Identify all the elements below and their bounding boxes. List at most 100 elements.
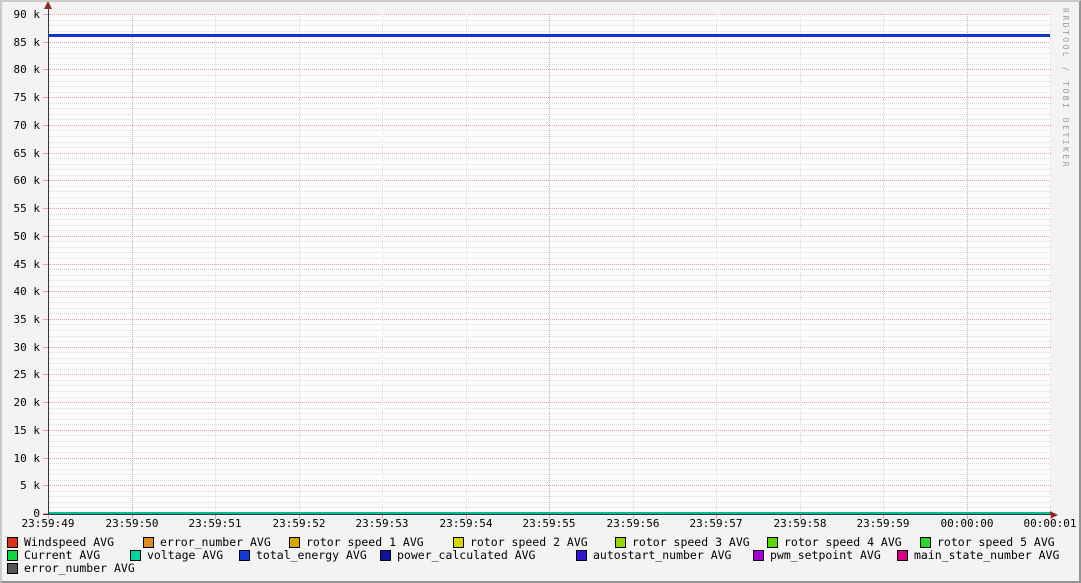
legend-item: rotor speed 4 AVG [767,536,902,548]
legend-item: power_calculated AVG [380,549,535,561]
x-tick-label: 23:59:49 [21,517,75,530]
gridline-h-major [49,236,1051,237]
y-tick-label: 35 k [13,313,41,326]
gridline-v-major [132,14,133,513]
gridline-h-minor [49,435,1051,436]
gridline-h-minor [49,413,1051,414]
y-tick-label: 80 k [13,63,41,76]
gridline-v-minor [215,14,216,513]
gridline-h-minor [49,81,1051,82]
gridline-h-minor [49,408,1051,409]
legend-label: Windspeed AVG [24,535,115,549]
gridline-h-minor [49,324,1051,325]
y-tick-mark [43,236,48,237]
y-tick-mark [43,291,48,292]
gridline-h-minor [49,158,1051,159]
gridline-h-minor [49,119,1051,120]
legend-item: autostart_number AVG [576,549,731,561]
x-tick-label: 00:00:00 [940,517,994,530]
x-tick-label: 23:59:59 [856,517,910,530]
y-tick-label: 90 k [13,8,41,21]
gridline-h-minor [49,20,1051,21]
y-tick-mark [43,153,48,154]
gridline-h-major [49,319,1051,320]
y-tick-label: 55 k [13,202,41,215]
y-tick-label: 25 k [13,368,41,381]
gridline-h-minor [49,308,1051,309]
gridline-h-minor [49,258,1051,259]
legend-swatch [289,536,300,548]
series-line-total_energy-avg [49,34,1050,37]
legend-item: main_state_number AVG [897,549,1059,561]
gridline-h-major [49,430,1051,431]
x-tick-label: 23:59:55 [522,517,576,530]
gridline-h-minor [49,363,1051,364]
gridline-h-minor [49,114,1051,115]
legend-swatch [380,549,391,561]
y-tick-mark [43,430,48,431]
gridline-h-major [49,402,1051,403]
y-tick-label: 70 k [13,119,41,132]
legend-item: error_number AVG [7,562,135,574]
gridline-h-minor [49,47,1051,48]
gridline-v-minor [382,14,383,513]
gridline-v-major [549,14,550,513]
gridline-h-minor [49,31,1051,32]
gridline-h-minor [49,313,1051,314]
legend-item: Windspeed AVG [7,536,114,548]
gridline-h-minor [49,219,1051,220]
x-tick-label: 00:00:01 [1023,517,1077,530]
gridline-h-minor [49,391,1051,392]
legend-swatch [615,536,626,548]
y-tick-mark [43,180,48,181]
legend-label: power_calculated AVG [397,548,536,562]
legend-label: error_number AVG [160,535,271,549]
legend-swatch [7,536,18,548]
legend-item: rotor speed 1 AVG [289,536,424,548]
y-tick-mark [43,97,48,98]
gridline-h-minor [49,203,1051,204]
gridline-h-minor [49,58,1051,59]
legend-item: Current AVG [7,549,100,561]
legend-swatch [143,536,154,548]
gridline-h-major [49,291,1051,292]
gridline-v-minor [1050,14,1051,513]
gridline-h-minor [49,225,1051,226]
gridline-h-minor [49,280,1051,281]
legend-swatch [920,536,931,548]
x-axis [43,514,1053,515]
legend-swatch [7,562,18,574]
gridline-h-minor [49,103,1051,104]
y-tick-mark [43,347,48,348]
gridline-h-minor [49,302,1051,303]
legend-label: rotor speed 1 AVG [306,535,424,549]
gridline-h-minor [49,480,1051,481]
gridline-h-major [49,180,1051,181]
gridline-h-minor [49,496,1051,497]
y-tick-label: 10 k [13,452,41,465]
y-tick-mark [43,69,48,70]
y-tick-mark [43,42,48,43]
gridline-h-minor [49,186,1051,187]
y-tick-mark [43,402,48,403]
gridline-h-minor [49,330,1051,331]
gridline-h-minor [49,241,1051,242]
gridline-v-minor [716,14,717,513]
legend-label: voltage AVG [147,548,224,562]
legend-item: total_energy AVG [239,549,367,561]
legend-swatch [7,549,18,561]
legend-label: rotor speed 2 AVG [470,535,588,549]
gridline-h-minor [49,469,1051,470]
x-tick-label: 23:59:52 [272,517,326,530]
gridline-h-major [49,153,1051,154]
legend-label: pwm_setpoint AVG [770,548,881,562]
legend-label: main_state_number AVG [914,548,1060,562]
legend-item: rotor speed 5 AVG [920,536,1055,548]
gridline-h-minor [49,25,1051,26]
gridline-h-minor [49,352,1051,353]
legend-item: error_number AVG [143,536,271,548]
gridline-h-minor [49,92,1051,93]
gridline-h-minor [49,397,1051,398]
gridline-h-major [49,42,1051,43]
watermark: RRDTOOL / TOBI OETIKER [1061,8,1070,169]
